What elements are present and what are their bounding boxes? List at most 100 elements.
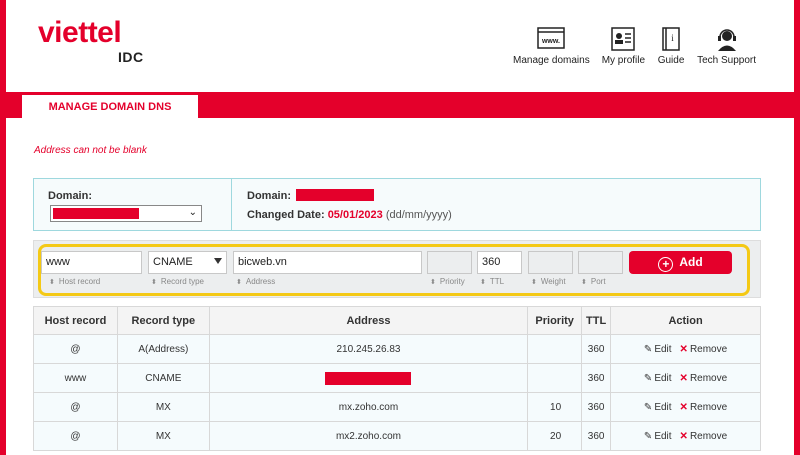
remove-button[interactable]: ✕ Remove (680, 373, 728, 384)
edit-button[interactable]: ✎ Edit (644, 373, 672, 384)
edit-icon: ✎ (643, 343, 653, 355)
remove-label: Remove (689, 372, 728, 384)
edit-label: Edit (654, 372, 672, 384)
add-record-button[interactable]: + Add (629, 251, 732, 274)
viettel-idc-logo[interactable]: viettel IDC (38, 16, 143, 66)
changed-date-value: 05/01/2023 (327, 209, 383, 221)
ttl-input[interactable]: 360 (477, 251, 522, 274)
col-host-record: Host record (33, 306, 118, 335)
weight-input[interactable] (528, 251, 573, 274)
port-label: Port (581, 277, 606, 286)
cell-priority: 10 (527, 392, 583, 422)
redacted-domain-name (296, 189, 375, 201)
domain-panel: Domain: ⌄ Domain: Changed Date: 05/01/20… (33, 178, 761, 231)
chevron-down-icon (214, 258, 222, 264)
cell-host: @ (33, 334, 118, 364)
col-action: Action (610, 306, 761, 335)
cell-address: mx2.zoho.com (208, 421, 529, 451)
dns-records-table: Host record Record type Address Priority… (33, 306, 761, 451)
chevron-down-icon: ⌄ (188, 207, 197, 218)
close-icon: ✕ (679, 372, 688, 384)
close-icon: ✕ (679, 430, 688, 442)
cell-ttl: 360 (581, 392, 612, 422)
cell-type: MX (116, 392, 210, 422)
table-row: @ MX mx.zoho.com 10 360 ✎ Edit ✕ Remove (33, 392, 761, 422)
cell-type: CNAME (116, 363, 210, 393)
record-type-label: Record type (151, 277, 204, 286)
nav-guide[interactable]: i Guide (657, 26, 685, 66)
profile-card-icon (611, 27, 636, 51)
table-row: www CNAME 360 ✎ Edit ✕ Remove (33, 363, 761, 393)
col-record-type: Record type (116, 306, 210, 335)
edit-icon: ✎ (643, 430, 653, 442)
edit-button[interactable]: ✎ Edit (644, 431, 672, 442)
edit-button[interactable]: ✎ Edit (644, 402, 672, 413)
headset-icon (717, 29, 736, 51)
host-record-label: Host record (49, 277, 100, 286)
nav-manage-domains[interactable]: www. Manage domains (513, 26, 590, 66)
tab-manage-domain-dns[interactable]: MANAGE DOMAIN DNS (22, 95, 198, 120)
remove-label: Remove (689, 401, 728, 413)
table-row: @ A(Address) 210.245.26.83 360 ✎ Edit ✕ Re… (33, 334, 761, 364)
edit-label: Edit (654, 401, 672, 413)
cell-ttl: 360 (581, 421, 612, 451)
cell-host: @ (33, 392, 118, 422)
nav-label: Manage domains (512, 55, 590, 66)
port-input[interactable] (578, 251, 623, 274)
cell-host: @ (33, 421, 118, 451)
domain-select-panel: Domain: ⌄ (34, 179, 232, 230)
cell-address: 210.245.26.83 (208, 334, 529, 364)
www-icon: www. (537, 27, 566, 49)
col-priority: Priority (527, 306, 583, 335)
nav-tech-support[interactable]: Tech Support (697, 26, 756, 66)
close-icon: ✕ (679, 343, 688, 355)
table-header-row: Host record Record type Address Priority… (33, 306, 761, 335)
plus-circle-icon: + (658, 257, 674, 272)
record-type-select[interactable]: CNAME (148, 251, 227, 274)
remove-button[interactable]: ✕ Remove (680, 431, 728, 442)
domain-info-label: Domain: (247, 190, 291, 202)
nav-label: My profile (601, 55, 646, 66)
guide-book-icon: i (662, 27, 680, 51)
changed-date: Changed Date: 05/01/2023 (dd/mm/yyyy) (247, 209, 452, 221)
cell-host: www (33, 363, 118, 393)
svg-text:www.: www. (541, 38, 560, 45)
col-address: Address (208, 306, 529, 335)
remove-button[interactable]: ✕ Remove (680, 402, 728, 413)
close-icon: ✕ (679, 401, 688, 413)
address-input[interactable]: bicweb.vn (233, 251, 422, 274)
weight-label: Weight (531, 277, 566, 286)
col-ttl: TTL (581, 306, 612, 335)
nav-label: Guide (657, 55, 685, 66)
cell-type: MX (116, 421, 210, 451)
changed-date-label: Changed Date: (247, 209, 325, 221)
cell-ttl: 360 (581, 363, 612, 393)
error-message: Address can not be blank (34, 145, 147, 156)
nav-my-profile[interactable]: My profile (602, 26, 645, 66)
cell-priority: 20 (527, 421, 583, 451)
table-row: @ MX mx2.zoho.com 20 360 ✎ Edit ✕ Remove (33, 421, 761, 451)
page: viettel IDC www. Manage domains My profi… (6, 0, 794, 455)
priority-input[interactable] (427, 251, 472, 274)
edit-label: Edit (654, 343, 672, 355)
record-type-value: CNAME (153, 256, 193, 268)
domain-info: Domain: (247, 189, 375, 202)
address-label: Address (236, 277, 275, 286)
cell-action: ✎ Edit ✕ Remove (610, 392, 761, 422)
logo-brand: viettel (38, 16, 122, 49)
cell-type: A(Address) (116, 334, 210, 364)
cell-priority (527, 363, 583, 393)
domain-select[interactable]: ⌄ (50, 205, 202, 222)
nav-label: Tech Support (697, 55, 756, 66)
cell-priority (527, 334, 583, 364)
ttl-label: TTL (480, 277, 504, 286)
date-format: (dd/mm/yyyy) (385, 209, 452, 221)
edit-icon: ✎ (643, 372, 653, 384)
add-button-label: Add (679, 255, 703, 269)
remove-button[interactable]: ✕ Remove (680, 344, 728, 355)
host-record-input[interactable]: www (41, 251, 142, 274)
remove-label: Remove (689, 430, 728, 442)
top-navigation: www. Manage domains My profile i Guide T… (513, 26, 756, 66)
redacted-domain (53, 208, 139, 219)
edit-button[interactable]: ✎ Edit (644, 344, 672, 355)
